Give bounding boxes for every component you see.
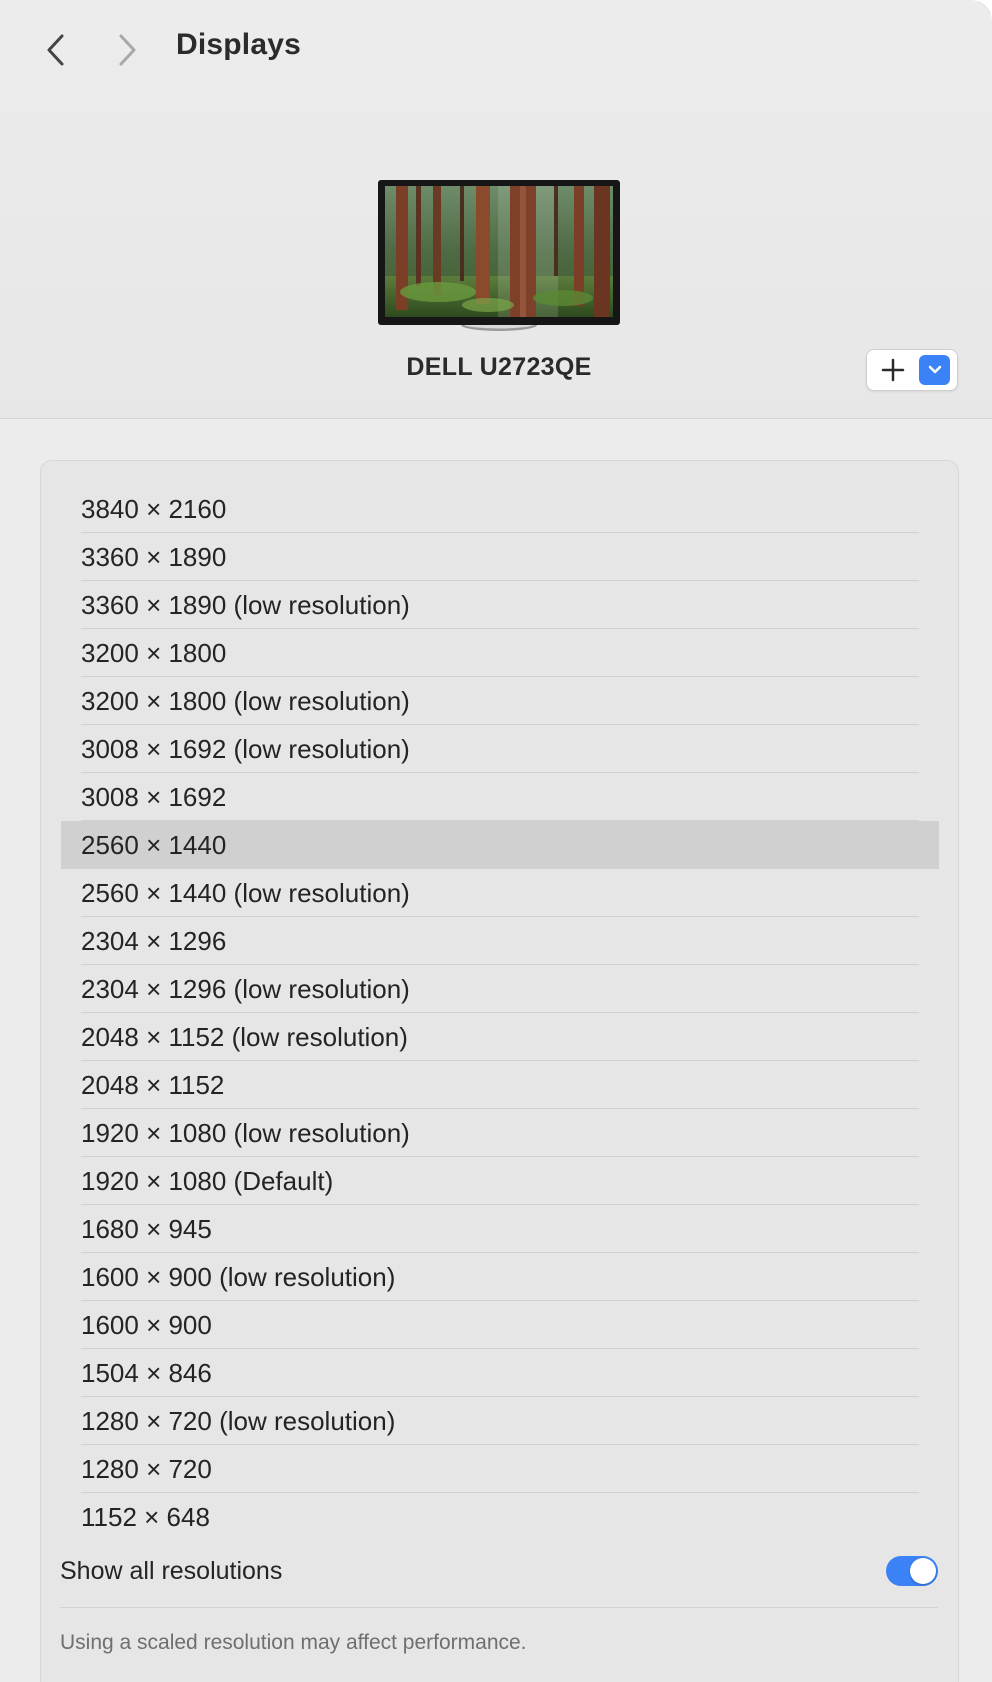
resolution-option[interactable]: 1280 × 720 (low resolution)	[61, 1397, 939, 1445]
resolution-list: 3840 × 2160 3360 × 1890 3360 × 1890 (low r…	[61, 485, 939, 1541]
display-header: Displays DELL U2723QE	[0, 0, 992, 419]
resolution-option[interactable]: 3360 × 1890	[61, 533, 939, 581]
resolution-label: 1920 × 1080 (low resolution)	[81, 1117, 410, 1148]
resolution-option[interactable]: 1920 × 1080 (low resolution)	[61, 1109, 939, 1157]
resolution-option[interactable]: 1920 × 1080 (Default)	[61, 1157, 939, 1205]
add-display-button[interactable]	[867, 350, 919, 390]
resolution-option[interactable]: 1504 × 846	[61, 1349, 939, 1397]
resolution-label: 1280 × 720	[81, 1453, 212, 1484]
chevron-left-icon	[47, 34, 64, 66]
resolution-option[interactable]: 3200 × 1800	[61, 629, 939, 677]
page-title: Displays	[176, 28, 301, 61]
resolution-label: 2560 × 1440 (low resolution)	[81, 877, 410, 908]
resolution-label: 3008 × 1692 (low resolution)	[81, 733, 410, 764]
monitor-icon	[378, 180, 620, 331]
resolution-label: 2304 × 1296	[81, 925, 227, 956]
resolution-option[interactable]: 3008 × 1692	[61, 773, 939, 821]
resolution-label: 3200 × 1800 (low resolution)	[81, 685, 410, 716]
resolution-option-selected[interactable]: 2560 × 1440	[61, 821, 939, 869]
resolution-option[interactable]: 1152 × 648	[61, 1493, 939, 1541]
resolution-label: 2304 × 1296 (low resolution)	[81, 973, 410, 1004]
resolution-option[interactable]: 2304 × 1296 (low resolution)	[61, 965, 939, 1013]
resolution-label: 2560 × 1440	[81, 829, 227, 860]
resolution-label: 3360 × 1890 (low resolution)	[81, 589, 410, 620]
divider	[60, 1607, 938, 1608]
resolution-option[interactable]: 2048 × 1152 (low resolution)	[61, 1013, 939, 1061]
resolution-option[interactable]: 3200 × 1800 (low resolution)	[61, 677, 939, 725]
back-button[interactable]	[36, 30, 76, 70]
resolution-label: 1920 × 1080 (Default)	[81, 1165, 334, 1196]
resolution-label: 2048 × 1152 (low resolution)	[81, 1021, 408, 1052]
forward-button[interactable]	[107, 30, 147, 70]
add-display-control[interactable]	[866, 349, 958, 391]
toggle-knob	[910, 1558, 936, 1584]
resolution-label: 1152 × 648	[81, 1501, 210, 1532]
chevron-right-icon	[119, 34, 136, 66]
resolution-option[interactable]: 1680 × 945	[61, 1205, 939, 1253]
resolution-option[interactable]: 1280 × 720	[61, 1445, 939, 1493]
performance-note: Using a scaled resolution may affect per…	[60, 1631, 527, 1654]
display-name: DELL U2723QE	[406, 353, 592, 381]
resolution-label: 2048 × 1152	[81, 1069, 225, 1100]
chevron-down-icon	[928, 365, 941, 374]
monitor-thumbnail[interactable]	[378, 180, 620, 331]
resolution-label: 3200 × 1800	[81, 637, 227, 668]
resolution-label: 3840 × 2160	[81, 493, 227, 524]
resolution-label: 1280 × 720 (low resolution)	[81, 1405, 396, 1436]
resolution-label: 3360 × 1890	[81, 541, 227, 572]
resolution-label: 1600 × 900 (low resolution)	[81, 1261, 396, 1292]
resolution-option[interactable]: 3840 × 2160	[61, 485, 939, 533]
show-all-resolutions-row: Show all resolutions	[60, 1548, 938, 1594]
resolution-option[interactable]: 3008 × 1692 (low resolution)	[61, 725, 939, 773]
resolution-option[interactable]: 3360 × 1890 (low resolution)	[61, 581, 939, 629]
resolution-label: 1600 × 900	[81, 1309, 212, 1340]
add-display-menu-button[interactable]	[919, 355, 950, 385]
resolution-option[interactable]: 1600 × 900	[61, 1301, 939, 1349]
resolution-label: 3008 × 1692	[81, 781, 227, 812]
show-all-resolutions-toggle[interactable]	[886, 1556, 938, 1586]
plus-icon	[881, 358, 905, 382]
resolution-option[interactable]: 2560 × 1440 (low resolution)	[61, 869, 939, 917]
resolution-option[interactable]: 2048 × 1152	[61, 1061, 939, 1109]
show-all-resolutions-label: Show all resolutions	[60, 1556, 283, 1585]
displays-window: Displays DELL U2723QE 3840 × 2160 3360 ×…	[0, 0, 992, 1682]
resolution-option[interactable]: 2304 × 1296	[61, 917, 939, 965]
resolution-option[interactable]: 1600 × 900 (low resolution)	[61, 1253, 939, 1301]
resolution-panel: 3840 × 2160 3360 × 1890 3360 × 1890 (low r…	[40, 460, 959, 1682]
resolution-label: 1680 × 945	[81, 1213, 212, 1244]
resolution-label: 1504 × 846	[81, 1357, 212, 1388]
